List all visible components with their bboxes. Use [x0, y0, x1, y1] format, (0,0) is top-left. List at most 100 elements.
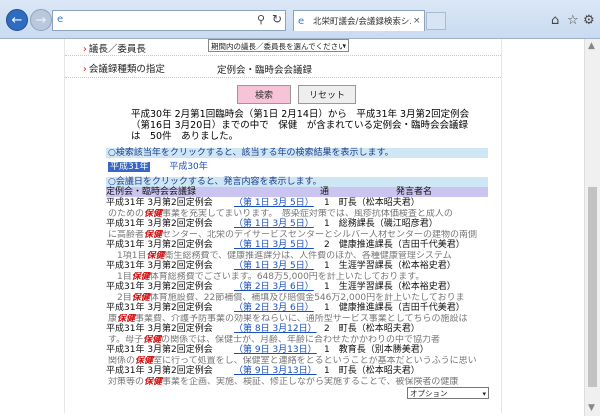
keyword-highlight: 保健	[143, 335, 162, 345]
result-row: 平成31年 3月第2回定例会 （第 2日 3月 6日） 1 健康推進課長（吉田千代美…	[106, 303, 501, 314]
result-meeting: 平成31年 3月第2回定例会	[106, 219, 213, 229]
result-speaker: 健康推進課長（吉田千代美君）	[338, 303, 465, 313]
scroll-thumb[interactable]	[588, 187, 597, 387]
result-snippet: す。母子保健の関係では、保健士が、月齢、年齢に合わせたかかわりの中で協力者	[108, 335, 440, 345]
search-button[interactable]: 検索	[237, 85, 291, 104]
result-meeting: 平成31年 3月第2回定例会	[106, 324, 213, 334]
result-no: 1	[324, 366, 330, 376]
result-meeting: 平成31年 3月第2回定例会	[106, 366, 213, 376]
result-date-link[interactable]: （第 2日 3月 6日）	[234, 282, 314, 293]
result-no: 1	[324, 219, 330, 229]
result-snippet: 関係の保健室に行って処置をし、保健室と連絡をとるということが基本だというふうに思…	[108, 356, 477, 366]
result-date-link[interactable]: （第 9日 3月13日）	[234, 345, 317, 356]
member-row: › 議長／委員長 期間内の議長／委員長を選んでください ▾	[65, 39, 501, 56]
arrow-right-icon: →	[35, 12, 47, 28]
result-date-link[interactable]: （第 8日 3月12日）	[234, 324, 317, 335]
settings-gear-icon[interactable]: ⚙	[583, 13, 595, 28]
result-row: 平成31年 3月第2回定例会 （第 1日 3月 5日） 2 健康推進課長（吉田千代美…	[106, 240, 501, 251]
result-speaker: 町長（松本昭夫君）	[338, 324, 420, 334]
result-date-link[interactable]: （第 1日 3月 5日）	[234, 198, 314, 209]
result-meeting: 平成31年 3月第2回定例会	[106, 240, 213, 250]
result-row: 平成31年 3月第2回定例会 （第 9日 3月13日） 1 教育長（別本勝美君）	[106, 345, 501, 356]
address-bar[interactable]: e ⚲ ↻	[52, 10, 286, 31]
type-value: 定例会・臨時会会議録	[217, 65, 313, 76]
result-meeting: 平成31年 3月第2回定例会	[106, 198, 213, 208]
browser-toolbar: ← → e ⚲ ↻ e 北栄町議会/会議録検索シ... × ⌂ ☆ ⚙	[0, 0, 600, 39]
refresh-icon[interactable]: ↻	[272, 12, 282, 26]
result-speaker: 教育長（別本勝美君）	[338, 345, 429, 355]
bullet-arrow-icon: ›	[83, 44, 87, 55]
keyword-highlight: 保健	[144, 209, 163, 219]
year-heading: ○検索該当年をクリックすると、該当する年の検索結果を表示します。	[106, 148, 488, 158]
result-snippet: 2目保健体育施設費、22節補償、補填及び賠償金546万2,000円を計上いたして…	[108, 293, 465, 303]
col-speaker: 発言者名	[396, 187, 433, 197]
tab-title: 北栄町議会/会議録検索シ...	[313, 17, 411, 27]
result-snippet: 1目保健体育総務費でございます。648万5,000円を計上いたしております。	[108, 272, 425, 282]
scroll-down-icon[interactable]: ▼	[588, 403, 595, 413]
back-button[interactable]: ←	[6, 9, 28, 31]
option-select[interactable]: オプション ▾	[407, 387, 489, 399]
result-snippet: 対策等の保健事業を企画、実施、検証、修正しながら実施することで、被保険者の健康	[108, 377, 459, 387]
year-link-h30[interactable]: 平成30年	[169, 162, 207, 172]
page-content: › 議長／委員長 期間内の議長／委員長を選んでください ▾ › 会議録種類の指定 定例…	[0, 39, 584, 416]
results-header: 定例会・臨時会会議録 通 発言者名	[106, 187, 488, 197]
type-label: 会議録種類の指定	[88, 64, 165, 75]
keyword-highlight: 保健	[144, 377, 163, 387]
col-meeting: 定例会・臨時会会議録	[106, 187, 197, 197]
result-snippet: に高齢者保健センター、北栄のデイサービスセンターとシルバー人材センターの建物の南…	[108, 230, 477, 240]
year-links: 平成31年 平成30年	[108, 159, 224, 172]
result-date-link[interactable]: （第 1日 3月 5日）	[234, 261, 314, 272]
result-date-link[interactable]: （第 1日 3月 5日）	[234, 240, 314, 251]
result-no: 1	[324, 282, 330, 292]
bullet-arrow-icon: ›	[83, 64, 87, 75]
result-snippet: 1項1目保健衛生総務費で、健康推進課分は、人件費のほか、各種健康管理システム	[108, 251, 452, 261]
result-meeting: 平成31年 3月第2回定例会	[106, 261, 213, 271]
tab-close-icon[interactable]: ×	[413, 16, 421, 26]
result-date-link[interactable]: （第 1日 3月 5日）	[234, 219, 314, 230]
result-snippet: のための保健事業を充実してまいります。 感染症対策では、風疹抗体価検査と成人の	[108, 209, 453, 219]
result-no: 2	[324, 324, 330, 334]
scroll-up-icon[interactable]: ▲	[588, 41, 595, 51]
new-tab-button[interactable]	[426, 12, 446, 30]
result-speaker: 町長（松本昭夫君）	[338, 366, 420, 376]
result-speaker: 町長（松本昭夫君）	[338, 198, 420, 208]
result-meeting: 平成31年 3月第2回定例会	[106, 345, 213, 355]
result-date-link[interactable]: （第 2日 3月 6日）	[234, 303, 314, 314]
search-icon[interactable]: ⚲	[257, 13, 265, 26]
forward-button[interactable]: →	[30, 9, 52, 31]
chevron-down-icon: ▾	[342, 42, 346, 50]
result-date-link[interactable]: （第 9日 3月13日）	[234, 366, 317, 377]
ie-page-icon: e	[57, 14, 64, 25]
member-select[interactable]: 期間内の議長／委員長を選んでください ▾	[208, 39, 349, 52]
home-icon[interactable]: ⌂	[551, 13, 559, 28]
result-row: 平成31年 3月第2回定例会 （第 1日 3月 5日） 1 生涯学習課長（松本裕史君…	[106, 261, 501, 272]
results-heading: ○会議日をクリックすると、発言内容を表示します。	[106, 177, 488, 187]
vertical-scrollbar[interactable]: ▲ ▼	[584, 39, 600, 416]
arrow-left-icon: ←	[11, 12, 23, 28]
favorites-star-icon[interactable]: ☆	[567, 13, 579, 28]
tab-favicon-icon: e	[298, 15, 305, 27]
search-summary: 平成30年 2月第1回臨時会（第1日 2月14日）から 平成31年 3月第2回定…	[131, 109, 470, 142]
result-no: 1	[324, 261, 330, 271]
year-link-h31[interactable]: 平成31年	[108, 162, 151, 172]
keyword-highlight: 保健	[117, 314, 136, 324]
browser-tab[interactable]: e 北栄町議会/会議録検索シ... ×	[293, 10, 425, 31]
keyword-highlight: 保健	[131, 272, 150, 282]
result-no: 1	[324, 198, 330, 208]
keyword-highlight: 保健	[144, 230, 163, 240]
result-row: 平成31年 3月第2回定例会 （第 2日 3月 6日） 1 生涯学習課長（松本裕史君…	[106, 282, 501, 293]
result-snippet: 康保健事業費、介護予防事業の効果をねらいに、通所型サービス事業としてちらの施設は	[108, 314, 468, 324]
result-row: 平成31年 3月第2回定例会 （第 1日 3月 5日） 1 町長（松本昭夫君）	[106, 198, 501, 209]
result-row: 平成31年 3月第2回定例会 （第 9日 3月13日） 1 町長（松本昭夫君）	[106, 366, 501, 377]
result-speaker: 生涯学習課長（松本裕史君）	[338, 282, 456, 292]
result-speaker: 生涯学習課長（松本裕史君）	[338, 261, 456, 271]
col-no: 通	[320, 187, 330, 197]
member-label: 議長／委員長	[88, 44, 146, 55]
result-no: 1	[324, 303, 330, 313]
chevron-down-icon: ▾	[482, 390, 486, 398]
keyword-highlight: 保健	[131, 293, 150, 303]
result-no: 2	[324, 240, 330, 250]
keyword-highlight: 保健	[135, 356, 154, 366]
type-row: › 会議録種類の指定 定例会・臨時会会議録	[65, 57, 501, 78]
reset-button[interactable]: リセット	[298, 85, 356, 104]
